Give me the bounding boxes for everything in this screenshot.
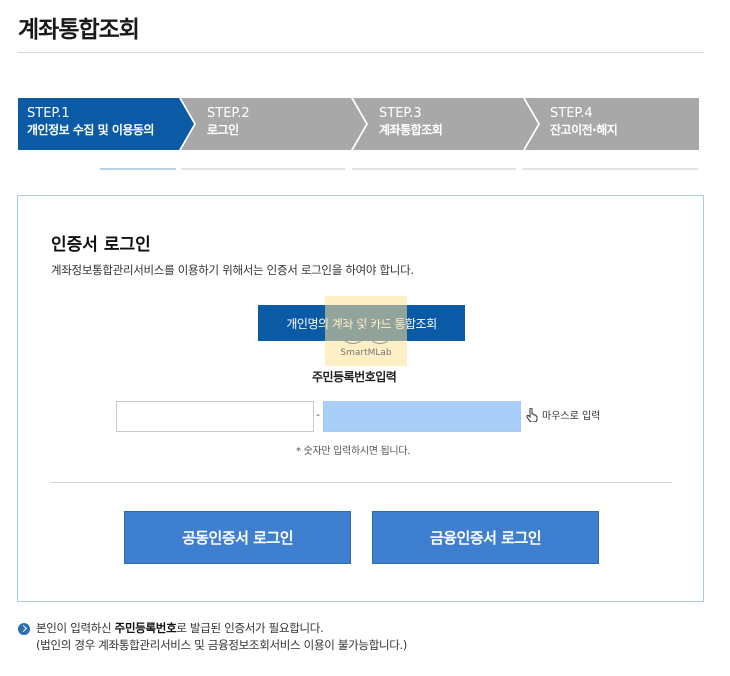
- step-3: STEP.3 계좌통합조회: [379, 106, 443, 138]
- notice-line-1-prefix: 본인이 입력하신: [36, 621, 115, 635]
- step-1-label: 개인정보 수집 및 이용동의: [27, 123, 154, 137]
- notice-line-1: 본인이 입력하신 주민등록번호로 발급된 인증서가 필요합니다.: [36, 620, 407, 637]
- chevron-right-circle-icon: [18, 623, 30, 635]
- notice: 본인이 입력하신 주민등록번호로 발급된 인증서가 필요합니다. (법인의 경우…: [18, 620, 407, 654]
- mouse-input-label: 마우스로 입력: [542, 411, 601, 422]
- step-underline-4: [522, 168, 698, 170]
- login-panel: 인증서 로그인 계좌정보통합관리서비스를 이용하기 위해서는 인증서 로그인을 …: [17, 195, 704, 602]
- step-underline-3: [352, 168, 516, 170]
- step-3-label: 계좌통합조회: [379, 123, 443, 137]
- panel-divider: [51, 482, 672, 483]
- mouse-input-button[interactable]: 마우스로 입력: [526, 407, 600, 422]
- rrn-label: 주민등록번호입력: [312, 370, 397, 384]
- panel-title: 인증서 로그인: [51, 235, 151, 255]
- step-4: STEP.4 잔고이전·해지: [550, 106, 618, 138]
- step-3-number: STEP.3: [379, 106, 422, 121]
- hand-pointer-icon: [526, 407, 538, 422]
- step-progress: STEP.1 개인정보 수집 및 이용동의 STEP.2 로그인 STEP.3 …: [18, 98, 699, 150]
- notice-line-2: (법인의 경우 계좌통합관리서비스 및 금융정보조회서비스 이용이 불가능합니다…: [36, 638, 408, 652]
- step-1: STEP.1 개인정보 수집 및 이용동의: [27, 106, 154, 138]
- watermark-text: SmartMLab: [340, 348, 392, 358]
- financial-certificate-login-button[interactable]: 금융인증서 로그인: [372, 511, 599, 564]
- step-underline-1: [100, 168, 176, 170]
- step-underline-2: [181, 168, 345, 170]
- page-title: 계좌통합조회: [18, 17, 140, 43]
- panel-description: 계좌정보통합관리서비스를 이용하기 위해서는 인증서 로그인을 하여야 합니다.: [51, 263, 414, 277]
- rrn-separator: -: [316, 408, 320, 421]
- step-2: STEP.2 로그인: [207, 106, 250, 138]
- notice-line-1-suffix: 로 발급된 인증서가 필요합니다.: [176, 621, 324, 635]
- step-4-label: 잔고이전·해지: [550, 123, 618, 137]
- notice-line-1-bold: 주민등록번호: [114, 621, 177, 635]
- step-2-label: 로그인: [207, 123, 239, 137]
- integrated-inquiry-button[interactable]: 개인명의 계좌 및 카드 통합조회: [258, 305, 465, 341]
- step-1-number: STEP.1: [27, 106, 70, 121]
- rrn-back-input[interactable]: [323, 401, 521, 432]
- notice-text: 본인이 입력하신 주민등록번호로 발급된 인증서가 필요합니다. (법인의 경우…: [36, 620, 407, 654]
- step-4-number: STEP.4: [550, 106, 593, 121]
- title-divider: [18, 52, 704, 53]
- rrn-front-input[interactable]: [116, 401, 314, 432]
- step-2-number: STEP.2: [207, 106, 250, 121]
- common-certificate-login-button[interactable]: 공동인증서 로그인: [124, 511, 351, 564]
- digits-only-note: * 숫자만 입력하시면 됩니다.: [296, 446, 411, 457]
